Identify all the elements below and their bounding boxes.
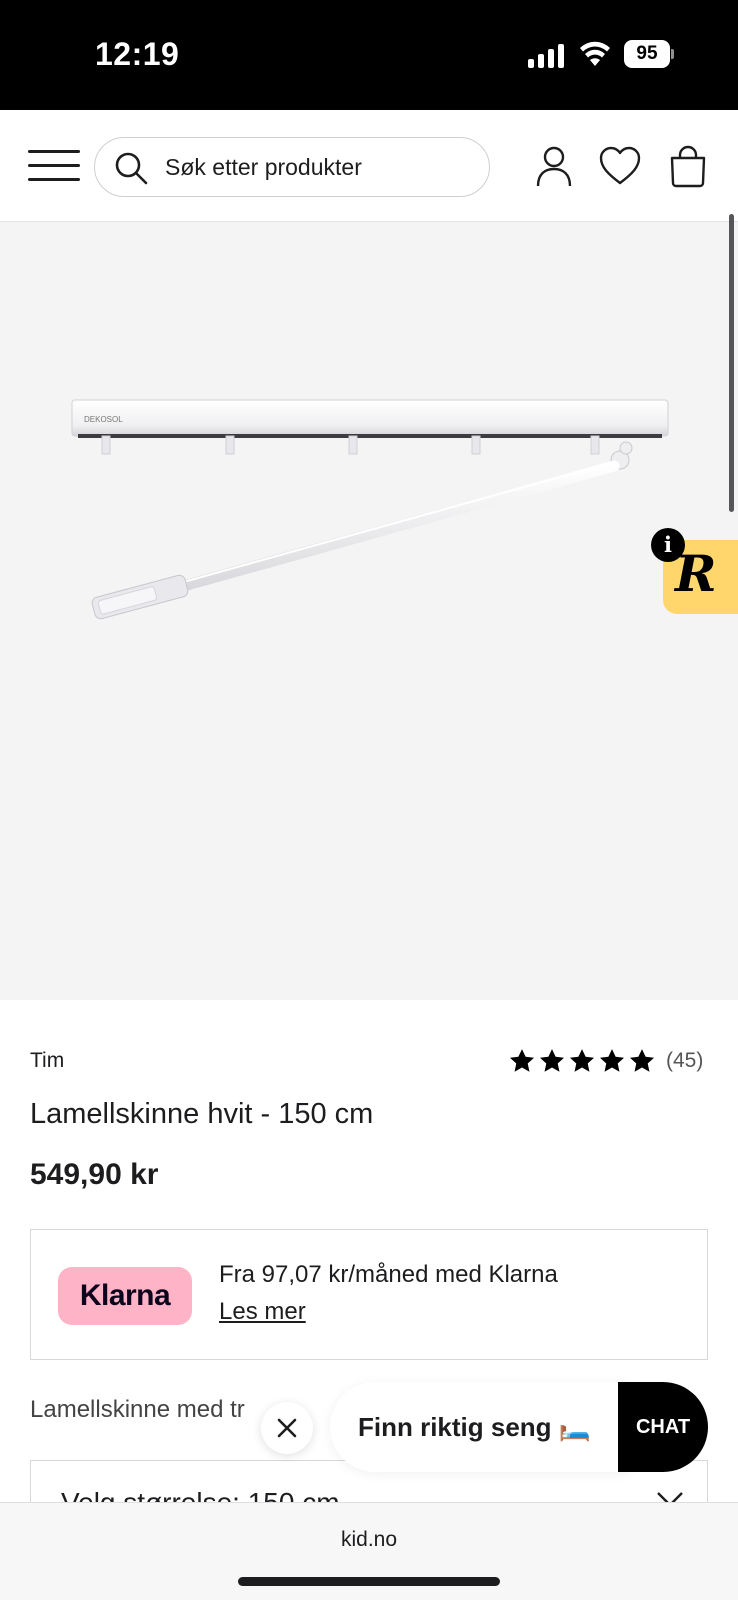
search-input[interactable]: Søk etter produkter [94, 137, 490, 197]
browser-address-bar: kid.no [0, 1502, 738, 1600]
product-description: Lamellskinne med tr [30, 1396, 245, 1423]
cellular-signal-icon [528, 44, 564, 68]
menu-icon[interactable] [28, 148, 80, 182]
site-header: Søk etter produkter [0, 110, 738, 222]
wishlist-heart-icon[interactable] [598, 144, 642, 188]
wifi-icon [580, 41, 610, 66]
star-icon [629, 1049, 655, 1072]
chat-button[interactable]: CHAT [618, 1382, 708, 1472]
product-title: Lamellskinne hvit - 150 cm [30, 1098, 374, 1130]
review-count: (45) [666, 1049, 704, 1072]
battery-icon: 95 [624, 40, 674, 68]
klarna-read-more-link[interactable]: Les mer [219, 1298, 306, 1326]
chat-prompt-text: Finn riktig seng 🛏️ [358, 1412, 592, 1442]
star-icon [509, 1049, 535, 1072]
star-icon [599, 1049, 625, 1072]
product-brand[interactable]: Tim [30, 1049, 64, 1073]
info-icon[interactable]: i [651, 528, 685, 562]
url-text[interactable]: kid.no [0, 1528, 738, 1552]
close-icon [277, 1418, 297, 1438]
status-time: 12:19 [95, 36, 180, 72]
product-rating[interactable]: (45) [508, 1046, 703, 1076]
star-icon [569, 1049, 595, 1072]
home-indicator[interactable] [238, 1577, 500, 1586]
battery-level: 95 [624, 40, 670, 68]
close-chat-prompt-button[interactable] [261, 1402, 313, 1454]
klarna-financing-box: Klarna Fra 97,07 kr/måned med Klarna Les… [30, 1229, 708, 1360]
account-icon[interactable] [532, 144, 576, 188]
curtain-rail-image: DEKOSOL [71, 399, 669, 620]
scrollbar[interactable] [729, 214, 734, 512]
product-price: 549,90 kr [30, 1158, 159, 1191]
klarna-logo: Klarna [58, 1267, 192, 1325]
shopping-bag-icon[interactable] [666, 144, 710, 188]
star-icon [539, 1049, 565, 1072]
search-placeholder: Søk etter produkter [165, 154, 362, 180]
chat-prompt-bubble[interactable]: Finn riktig seng 🛏️ [330, 1382, 630, 1472]
klarna-text: Fra 97,07 kr/måned med Klarna [219, 1261, 558, 1288]
product-image[interactable]: DEKOSOL [0, 222, 738, 1000]
search-icon [115, 152, 148, 185]
status-bar: 12:19 95 [0, 0, 738, 110]
rail-brand-text: DEKOSOL [84, 415, 123, 424]
